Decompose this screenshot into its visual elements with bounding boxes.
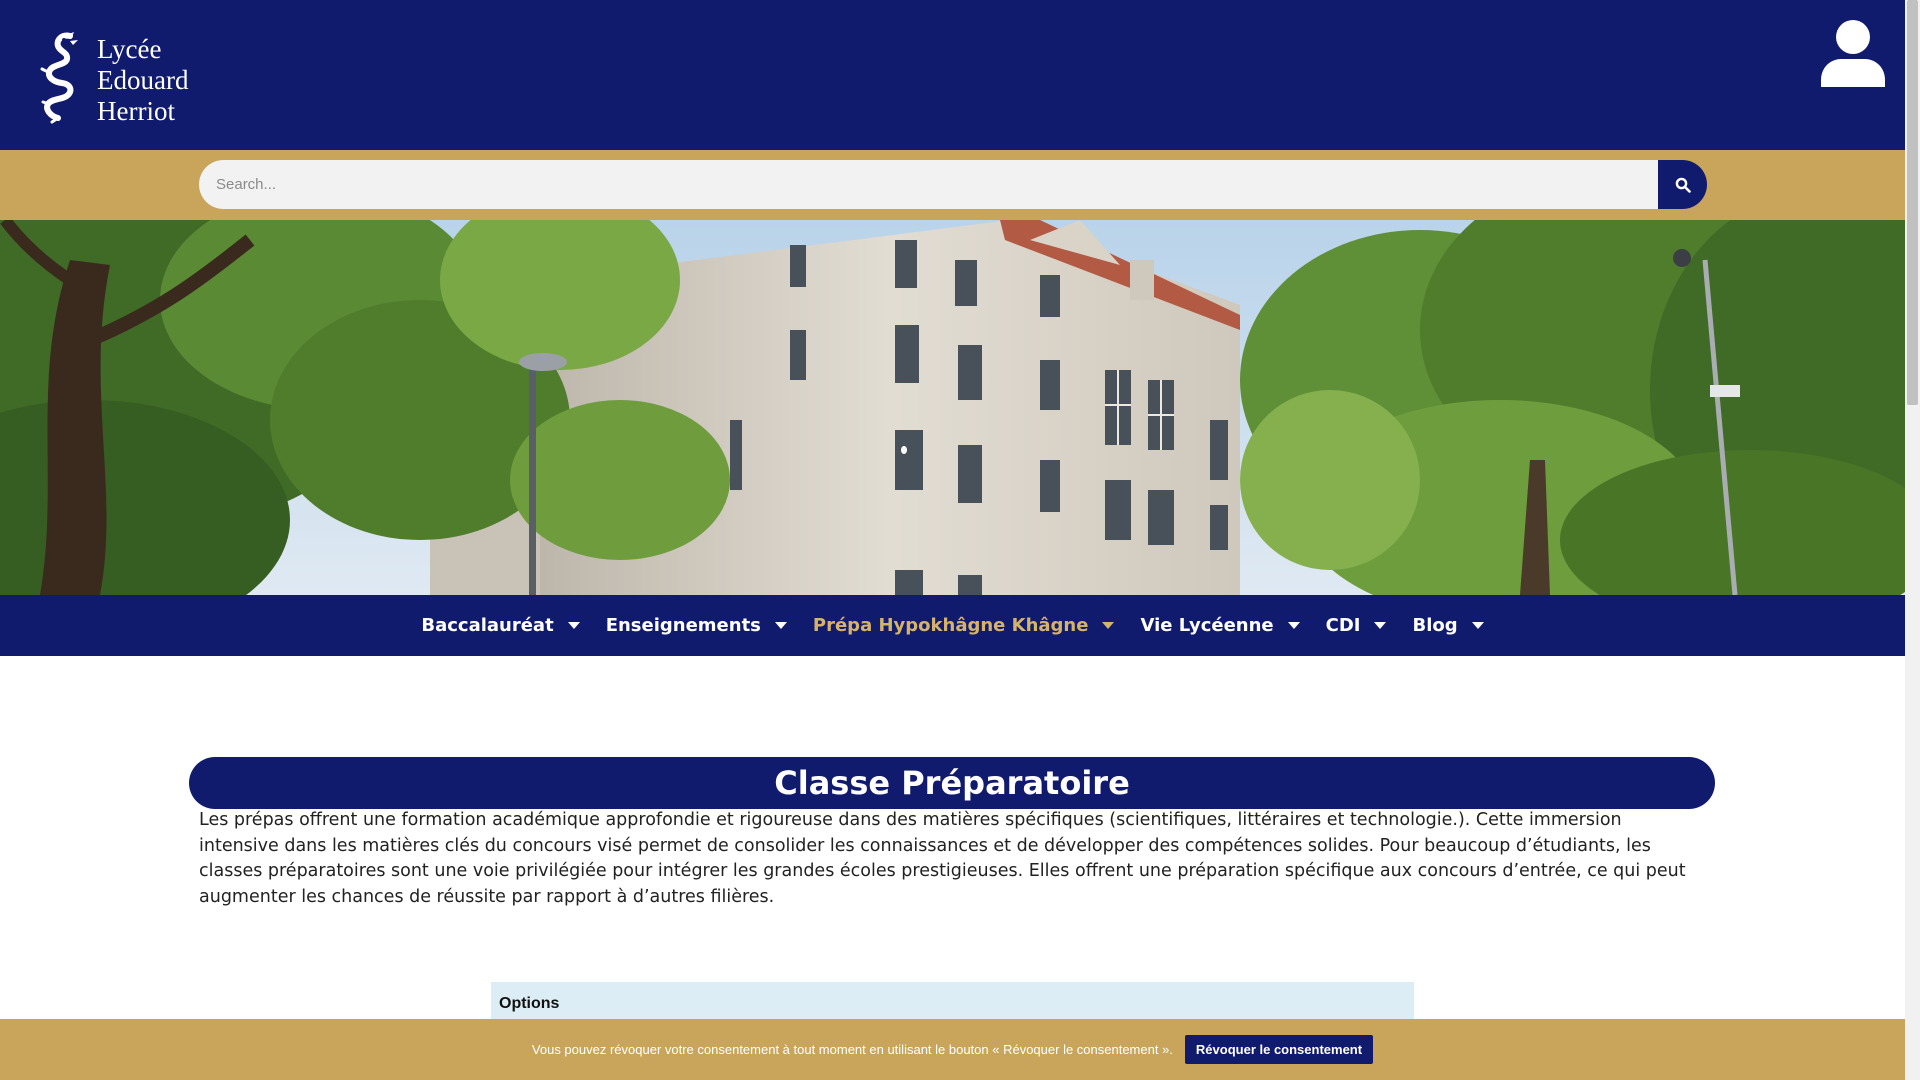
user-account-button[interactable] — [1819, 18, 1887, 94]
site-logo[interactable]: Lycée Edouard Herriot — [40, 32, 200, 128]
search-input[interactable] — [199, 160, 1659, 209]
search-bar — [0, 150, 1905, 220]
search-icon — [1675, 177, 1691, 193]
nav-item-cdi[interactable]: CDI — [1313, 595, 1400, 656]
cookie-consent-text: Vous pouvez révoquer votre consentement … — [531, 1042, 1173, 1057]
revoke-consent-button[interactable]: Révoquer le consentement — [1184, 1035, 1374, 1064]
site-name-line: Herriot — [97, 96, 175, 126]
nav-item-label: Blog — [1412, 615, 1458, 636]
caret-down-icon — [1471, 622, 1484, 629]
cookie-consent-bar: Vous pouvez révoquer votre consentement … — [0, 1019, 1905, 1080]
nav-item-baccalaureat[interactable]: Baccalauréat — [408, 595, 592, 656]
dragon-emblem-icon — [40, 32, 78, 124]
nav-item-label: Vie Lycéenne — [1140, 615, 1274, 636]
nav-item-label: Baccalauréat — [421, 615, 554, 636]
caret-down-icon — [567, 622, 580, 629]
hero-banner-image — [0, 220, 1905, 595]
nav-item-label: Enseignements — [605, 615, 761, 636]
options-label: Options — [499, 995, 560, 1012]
site-name-line: Edouard — [97, 65, 189, 95]
search-button[interactable] — [1658, 160, 1707, 209]
main-navigation: Baccalauréat Enseignements Prépa Hypokhâ… — [0, 595, 1905, 656]
school-building-illustration — [0, 220, 1905, 595]
site-name-line: Lycée — [97, 34, 162, 64]
site-name: Lycée Edouard Herriot — [97, 34, 188, 127]
nav-item-blog[interactable]: Blog — [1399, 595, 1496, 656]
page-scrollbar[interactable] — [1905, 0, 1920, 1080]
nav-item-vie-lyceenne[interactable]: Vie Lycéenne — [1127, 595, 1312, 656]
user-icon — [1821, 20, 1885, 94]
nav-item-enseignements[interactable]: Enseignements — [593, 595, 800, 656]
caret-down-icon — [1374, 622, 1387, 629]
scrollbar-thumb[interactable] — [1907, 0, 1918, 405]
nav-item-label: CDI — [1325, 615, 1361, 636]
caret-down-icon — [1287, 622, 1300, 629]
intro-paragraph: Les prépas offrent une formation académi… — [199, 810, 1686, 907]
nav-item-label: Prépa Hypokhâgne Khâgne — [812, 615, 1089, 636]
caret-down-icon — [774, 622, 787, 629]
caret-down-icon — [1102, 622, 1115, 629]
nav-item-prepa[interactable]: Prépa Hypokhâgne Khâgne — [800, 595, 1128, 656]
page-title: Classe Préparatoire — [189, 757, 1715, 810]
site-header: Lycée Edouard Herriot — [0, 0, 1905, 150]
